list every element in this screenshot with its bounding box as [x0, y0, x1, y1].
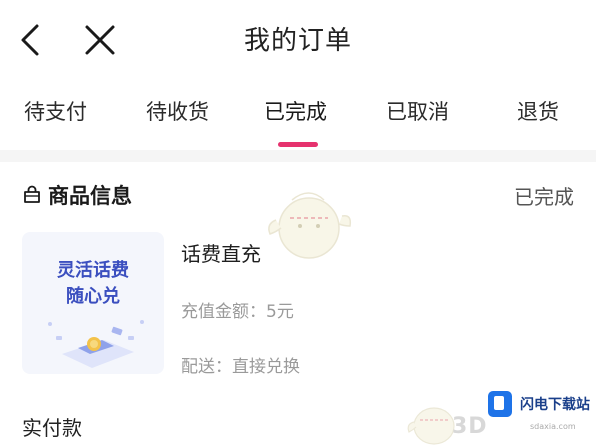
tab-returns[interactable]: 退货: [517, 96, 559, 126]
watermark-url: sdaxia.com: [530, 422, 576, 431]
watermark-brand: 闪电下载站: [520, 397, 590, 413]
paid-amount-label: 实付款: [22, 416, 82, 440]
watermark-3d-text: 3D: [452, 414, 488, 439]
phone-card-illustration: [48, 320, 144, 368]
page-title: 我的订单: [243, 26, 352, 56]
tab-completed[interactable]: 已完成: [264, 96, 327, 126]
order-status: 已完成: [514, 185, 574, 209]
thumbnail-text-line1: 灵活话费: [57, 260, 129, 281]
thumbnail-text-line2: 随心兑: [66, 286, 120, 307]
download-site-logo-icon: [488, 391, 512, 417]
top-bar: 我的订单: [0, 0, 596, 80]
section-divider: [0, 150, 596, 162]
tab-pending-payment[interactable]: 待支付: [24, 96, 87, 126]
recharge-amount: 充值金额：5元: [181, 302, 294, 322]
product-thumbnail[interactable]: 灵活话费 随心兑: [22, 232, 164, 374]
order-screen: 我的订单 待支付 待收货 已完成 已取消 退货 商品信息 已完成 灵活话费 随心…: [0, 0, 596, 446]
tab-pending-receipt[interactable]: 待收货: [146, 96, 209, 126]
tab-cancelled[interactable]: 已取消: [386, 96, 449, 126]
watermark-mascot-icon: [268, 192, 352, 259]
watermark-badge: 闪电下载站: [486, 387, 590, 421]
active-tab-indicator: [278, 142, 318, 147]
product-name: 话费直充: [181, 242, 261, 266]
order-tabs: 待支付 待收货 已完成 已取消 退货: [0, 88, 596, 148]
shopping-bag-icon: [24, 185, 40, 203]
delivery-method: 配送：直接兑换: [181, 357, 300, 377]
section-title: 商品信息: [48, 184, 132, 208]
